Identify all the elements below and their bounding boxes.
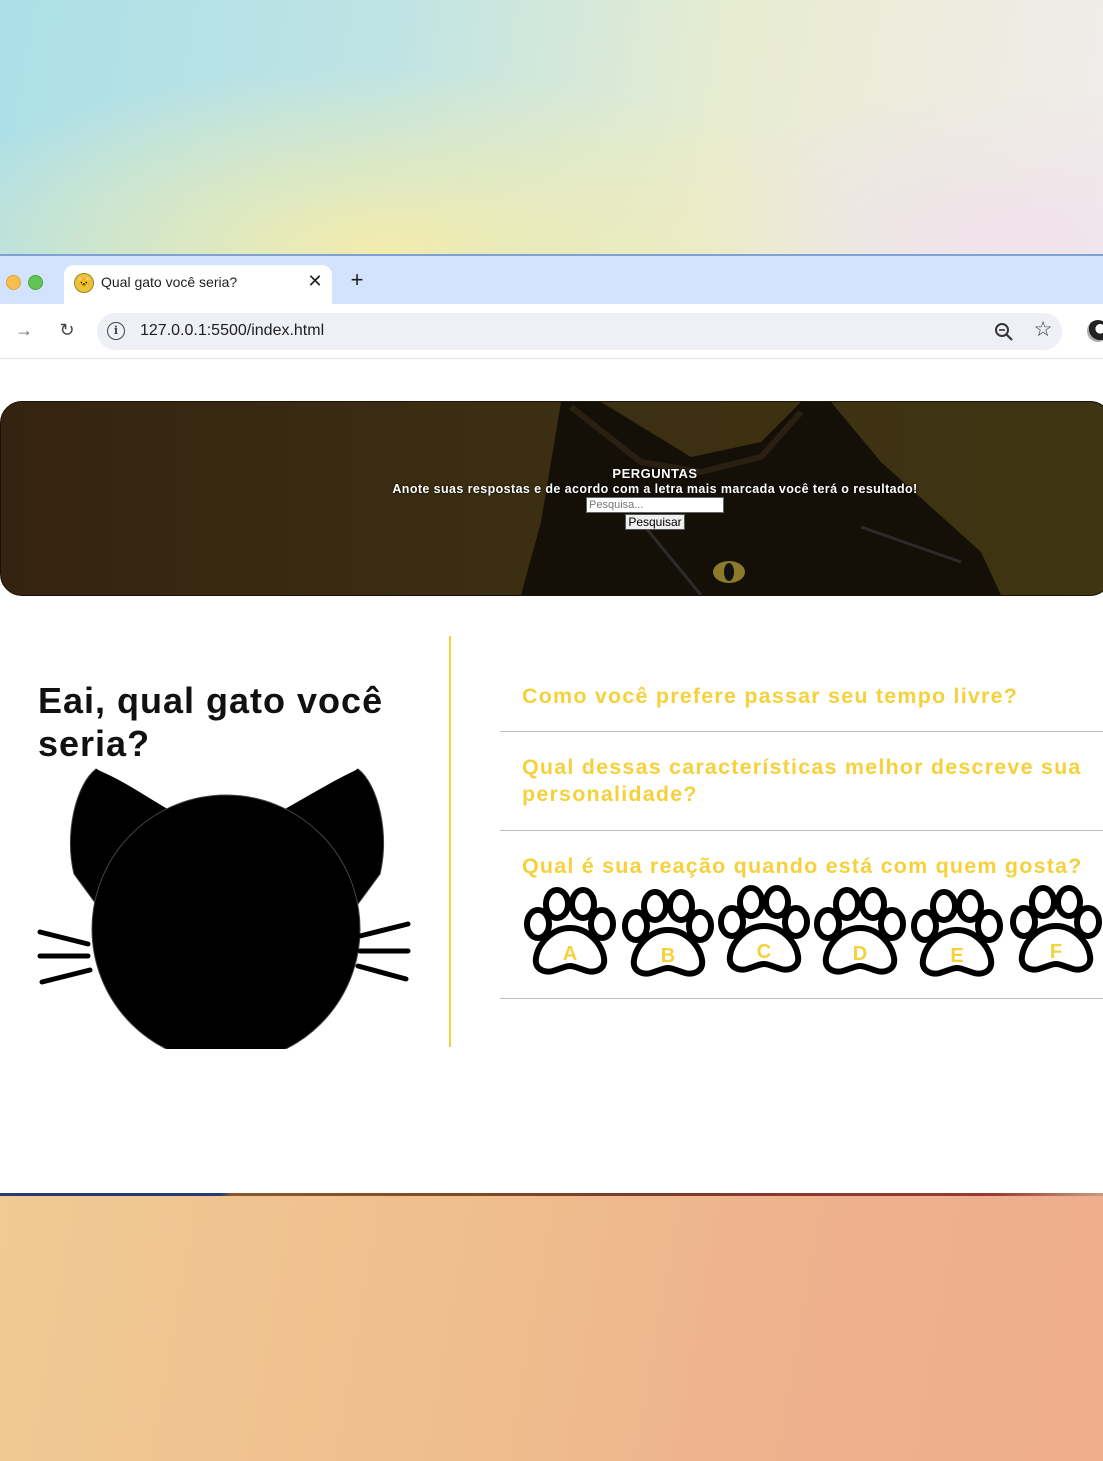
paw-option-b-button[interactable]: B bbox=[622, 886, 714, 982]
paw-option-label: A bbox=[563, 943, 577, 965]
tab-active[interactable]: 🐱 Qual gato você seria? ✕ bbox=[64, 265, 332, 305]
profile-avatar[interactable] bbox=[1087, 320, 1103, 342]
question-item[interactable]: Como você prefere passar seu tempo livre… bbox=[500, 659, 1103, 732]
minimize-button[interactable] bbox=[6, 275, 21, 290]
desktop-wallpaper-top bbox=[0, 0, 1103, 254]
hero-title: PERGUNTAS bbox=[612, 466, 698, 481]
paw-option-a-button[interactable]: A bbox=[524, 884, 616, 980]
zoom-icon[interactable] bbox=[993, 321, 1015, 343]
forward-icon[interactable]: → bbox=[12, 318, 36, 342]
paw-option-label: B bbox=[661, 945, 675, 967]
question-text: Qual dessas características melhor descr… bbox=[522, 755, 1082, 806]
cat-head-icon bbox=[37, 768, 411, 1049]
cat-favicon-icon: 🐱 bbox=[74, 273, 94, 293]
desktop-wallpaper-bottom bbox=[0, 1193, 1103, 1461]
paw-option-label: E bbox=[950, 945, 963, 967]
paw-option-label: C bbox=[757, 941, 771, 963]
answer-options: A B C D E F bbox=[522, 882, 1103, 982]
page-content: PERGUNTAS Anote suas respostas e de acor… bbox=[0, 359, 1103, 1195]
hero-subtitle: Anote suas respostas e de acordo com a l… bbox=[392, 482, 918, 496]
reload-icon[interactable]: ↻ bbox=[55, 318, 79, 342]
vertical-divider bbox=[449, 636, 451, 1047]
hero-text-block: PERGUNTAS Anote suas respostas e de acor… bbox=[1, 466, 1103, 530]
question-item[interactable]: Qual é sua reação quando está com quem g… bbox=[500, 831, 1103, 999]
paw-option-d-button[interactable]: D bbox=[814, 884, 906, 980]
browser-window: 🐱 Qual gato você seria? ✕ + → ↻ i 127.0.… bbox=[0, 254, 1103, 1195]
bookmark-star-icon[interactable]: ☆ bbox=[1031, 318, 1055, 342]
paw-option-e-button[interactable]: E bbox=[911, 886, 1003, 982]
hero-banner: PERGUNTAS Anote suas respostas e de acor… bbox=[0, 401, 1103, 596]
close-icon[interactable]: ✕ bbox=[304, 270, 326, 292]
tab-title: Qual gato você seria? bbox=[101, 274, 238, 290]
url-text: 127.0.0.1:5500/index.html bbox=[140, 322, 325, 339]
tab-strip: 🐱 Qual gato você seria? ✕ + bbox=[0, 256, 1103, 305]
browser-toolbar: → ↻ i 127.0.0.1:5500/index.html ☆ bbox=[0, 304, 1103, 359]
search-button[interactable]: Pesquisar bbox=[625, 514, 685, 530]
new-tab-button[interactable]: + bbox=[345, 268, 369, 292]
questions-list: Como você prefere passar seu tempo livre… bbox=[500, 659, 1103, 999]
paw-option-c-button[interactable]: C bbox=[718, 882, 810, 978]
paw-option-label: D bbox=[853, 943, 867, 965]
paw-option-label: F bbox=[1050, 941, 1062, 963]
address-bar[interactable]: i 127.0.0.1:5500/index.html ☆ bbox=[97, 313, 1062, 350]
paw-option-f-button[interactable]: F bbox=[1010, 882, 1102, 978]
search-input[interactable] bbox=[586, 497, 724, 513]
zoom-window-button[interactable] bbox=[28, 275, 43, 290]
page-heading: Eai, qual gato você seria? bbox=[38, 680, 384, 764]
site-info-icon[interactable]: i bbox=[107, 322, 125, 340]
question-text: Como você prefere passar seu tempo livre… bbox=[522, 684, 1019, 708]
question-item[interactable]: Qual dessas características melhor descr… bbox=[500, 732, 1103, 831]
question-text: Qual é sua reação quando está com quem g… bbox=[522, 854, 1083, 878]
